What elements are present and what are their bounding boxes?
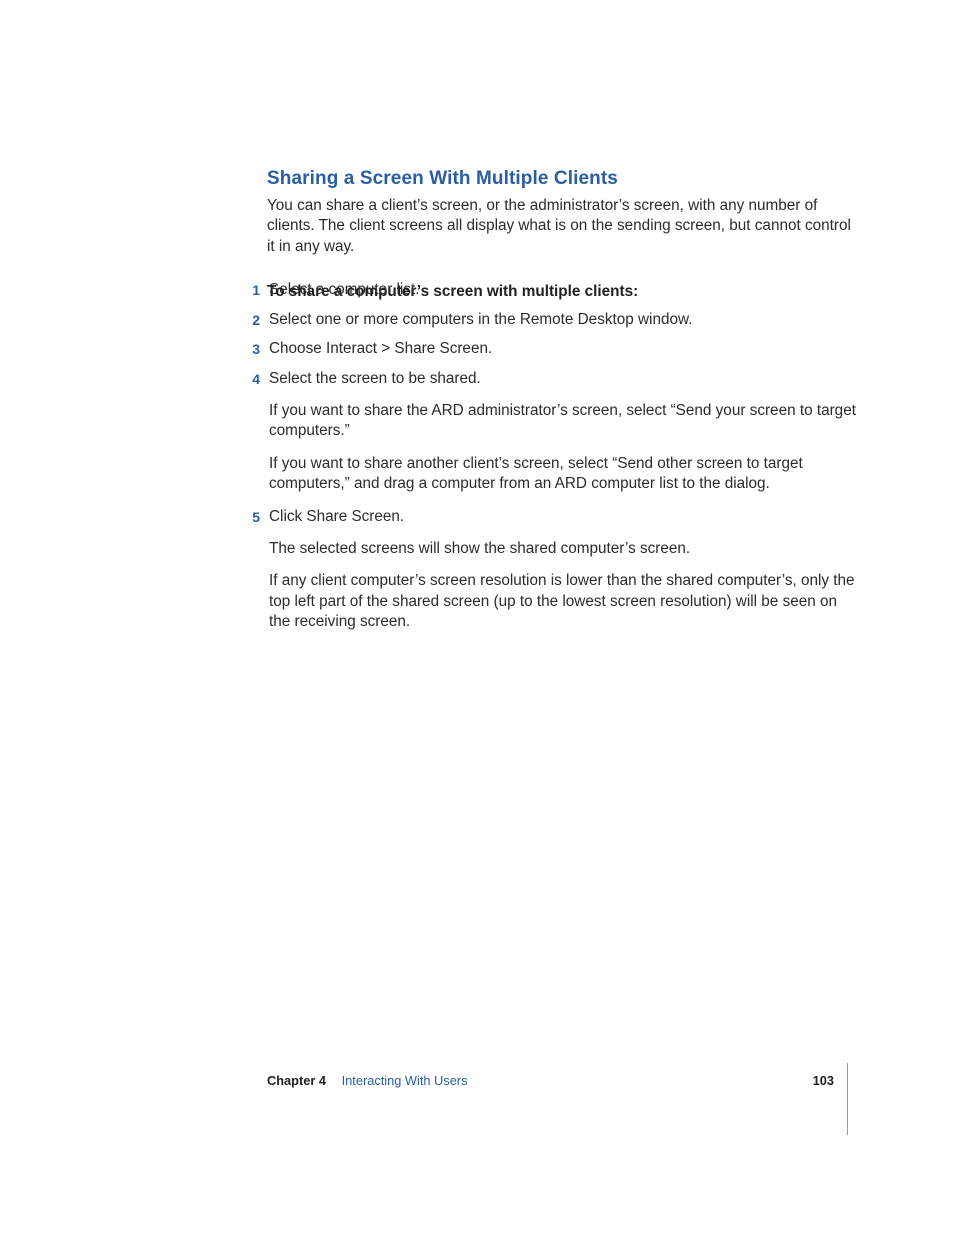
intro-paragraph: You can share a client’s screen, or the … (267, 196, 855, 257)
step-number: 5 (244, 507, 260, 528)
step-number: 1 (244, 280, 260, 301)
section-heading: Sharing a Screen With Multiple Clients (267, 168, 855, 190)
step-text: Select the screen to be shared. (269, 369, 856, 389)
step-text: Select a computer list. (269, 280, 856, 300)
step-body: Click Share Screen. The selected screens… (269, 507, 856, 633)
step-item: 5 Click Share Screen. The selected scree… (244, 507, 856, 633)
footer-rule (847, 1063, 848, 1135)
page: Sharing a Screen With Multiple Clients Y… (0, 0, 954, 1235)
step-text: If you want to share the ARD administrat… (269, 401, 856, 442)
page-number: 103 (813, 1073, 834, 1088)
step-item: 3 Choose Interact > Share Screen. (244, 339, 856, 360)
step-item: 4 Select the screen to be shared. If you… (244, 369, 856, 495)
step-number: 4 (244, 369, 260, 390)
step-body: Choose Interact > Share Screen. (269, 339, 856, 359)
steps-list: 1 Select a computer list. 2 Select one o… (244, 280, 856, 641)
step-text: The selected screens will show the share… (269, 539, 856, 559)
step-item: 2 Select one or more computers in the Re… (244, 310, 856, 331)
step-body: Select the screen to be shared. If you w… (269, 369, 856, 495)
step-number: 3 (244, 339, 260, 360)
chapter-title: Interacting With Users (342, 1073, 468, 1088)
footer-left: Chapter 4 Interacting With Users (267, 1073, 467, 1088)
step-body: Select a computer list. (269, 280, 856, 300)
step-number: 2 (244, 310, 260, 331)
step-text: If you want to share another client’s sc… (269, 454, 856, 495)
step-text: If any client computer’s screen resoluti… (269, 571, 856, 632)
step-item: 1 Select a computer list. (244, 280, 856, 301)
step-text: Click Share Screen. (269, 507, 856, 527)
step-text: Select one or more computers in the Remo… (269, 310, 856, 330)
step-text: Choose Interact > Share Screen. (269, 339, 856, 359)
page-footer: Chapter 4 Interacting With Users 103 (0, 1073, 954, 1143)
step-body: Select one or more computers in the Remo… (269, 310, 856, 330)
chapter-label: Chapter 4 (267, 1073, 326, 1088)
